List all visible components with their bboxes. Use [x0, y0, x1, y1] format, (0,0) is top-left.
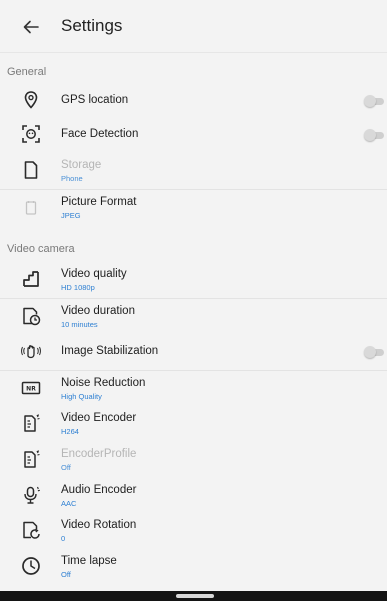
switch-thumb	[364, 129, 376, 141]
setting-label: GPS location	[61, 94, 129, 106]
system-navigation-bar	[0, 591, 387, 601]
setting-audio-encoder[interactable]: Audio Encoder AAC	[0, 478, 387, 514]
setting-storage[interactable]: Storage Phone	[0, 153, 387, 189]
video-quality-icon	[20, 268, 42, 290]
video-rotation-icon	[20, 519, 42, 541]
setting-label: Video quality	[61, 268, 127, 280]
setting-summary: JPEG	[61, 211, 81, 220]
time-lapse-icon	[20, 555, 42, 577]
face-detection-icon	[20, 123, 42, 145]
setting-summary: 10 minutes	[61, 320, 98, 329]
setting-summary: HD 1080p	[61, 283, 95, 292]
app-bar: Settings	[0, 0, 387, 53]
setting-label: Image Stabilization	[61, 345, 159, 357]
video-encoder-icon	[20, 412, 42, 434]
setting-label: Video duration	[61, 305, 135, 317]
setting-video-duration[interactable]: Video duration 10 minutes	[0, 299, 387, 335]
setting-face-detection[interactable]: Face Detection	[0, 117, 387, 153]
location-pin-icon	[20, 89, 42, 111]
arrow-back-icon[interactable]	[20, 16, 42, 38]
audio-encoder-icon	[20, 484, 42, 506]
image-stabilization-icon	[20, 340, 42, 362]
picture-format-icon	[20, 197, 42, 219]
setting-time-lapse[interactable]: Time lapse Off	[0, 549, 387, 585]
setting-noise-reduction[interactable]: NR Noise Reduction High Quality	[0, 371, 387, 407]
setting-picture-format[interactable]: Picture Format JPEG	[0, 190, 387, 226]
setting-video-encoder[interactable]: Video Encoder H264	[0, 406, 387, 442]
setting-label: Picture Format	[61, 196, 137, 208]
setting-video-quality[interactable]: Video quality HD 1080p	[0, 262, 387, 298]
setting-label: Noise Reduction	[61, 377, 146, 389]
gesture-handle[interactable]	[176, 594, 214, 598]
image-stabilization-switch[interactable]	[364, 346, 384, 358]
setting-summary: AAC	[61, 499, 77, 508]
encoder-profile-icon	[20, 448, 42, 470]
setting-label: EncoderProfile	[61, 448, 137, 460]
noise-reduction-badge: NR	[26, 386, 36, 393]
setting-label: Time lapse	[61, 555, 117, 567]
gps-location-switch[interactable]	[364, 95, 384, 107]
setting-label: Audio Encoder	[61, 484, 137, 496]
switch-thumb	[364, 346, 376, 358]
face-detection-switch[interactable]	[364, 129, 384, 141]
setting-summary: Off	[61, 570, 71, 579]
video-duration-icon	[20, 305, 42, 327]
setting-summary: 0	[61, 534, 66, 543]
section-header-video-camera: Video camera	[7, 243, 75, 255]
setting-gps-location[interactable]: GPS location	[0, 83, 387, 119]
setting-encoder-profile[interactable]: EncoderProfile Off	[0, 442, 387, 478]
page-title: Settings	[61, 16, 123, 35]
storage-file-icon	[20, 159, 42, 181]
switch-thumb	[364, 95, 376, 107]
setting-summary: Phone	[61, 174, 83, 183]
setting-summary: Off	[61, 463, 71, 472]
setting-label: Video Encoder	[61, 412, 137, 424]
setting-video-rotation[interactable]: Video Rotation 0	[0, 513, 387, 549]
setting-image-stabilization[interactable]: Image Stabilization	[0, 334, 387, 370]
setting-summary: H264	[61, 427, 79, 436]
noise-reduction-icon: NR	[20, 377, 42, 399]
setting-summary: High Quality	[61, 392, 102, 401]
setting-label: Face Detection	[61, 128, 139, 140]
setting-label: Video Rotation	[61, 519, 137, 531]
setting-label: Storage	[61, 159, 102, 171]
section-header-general: General	[7, 66, 47, 78]
